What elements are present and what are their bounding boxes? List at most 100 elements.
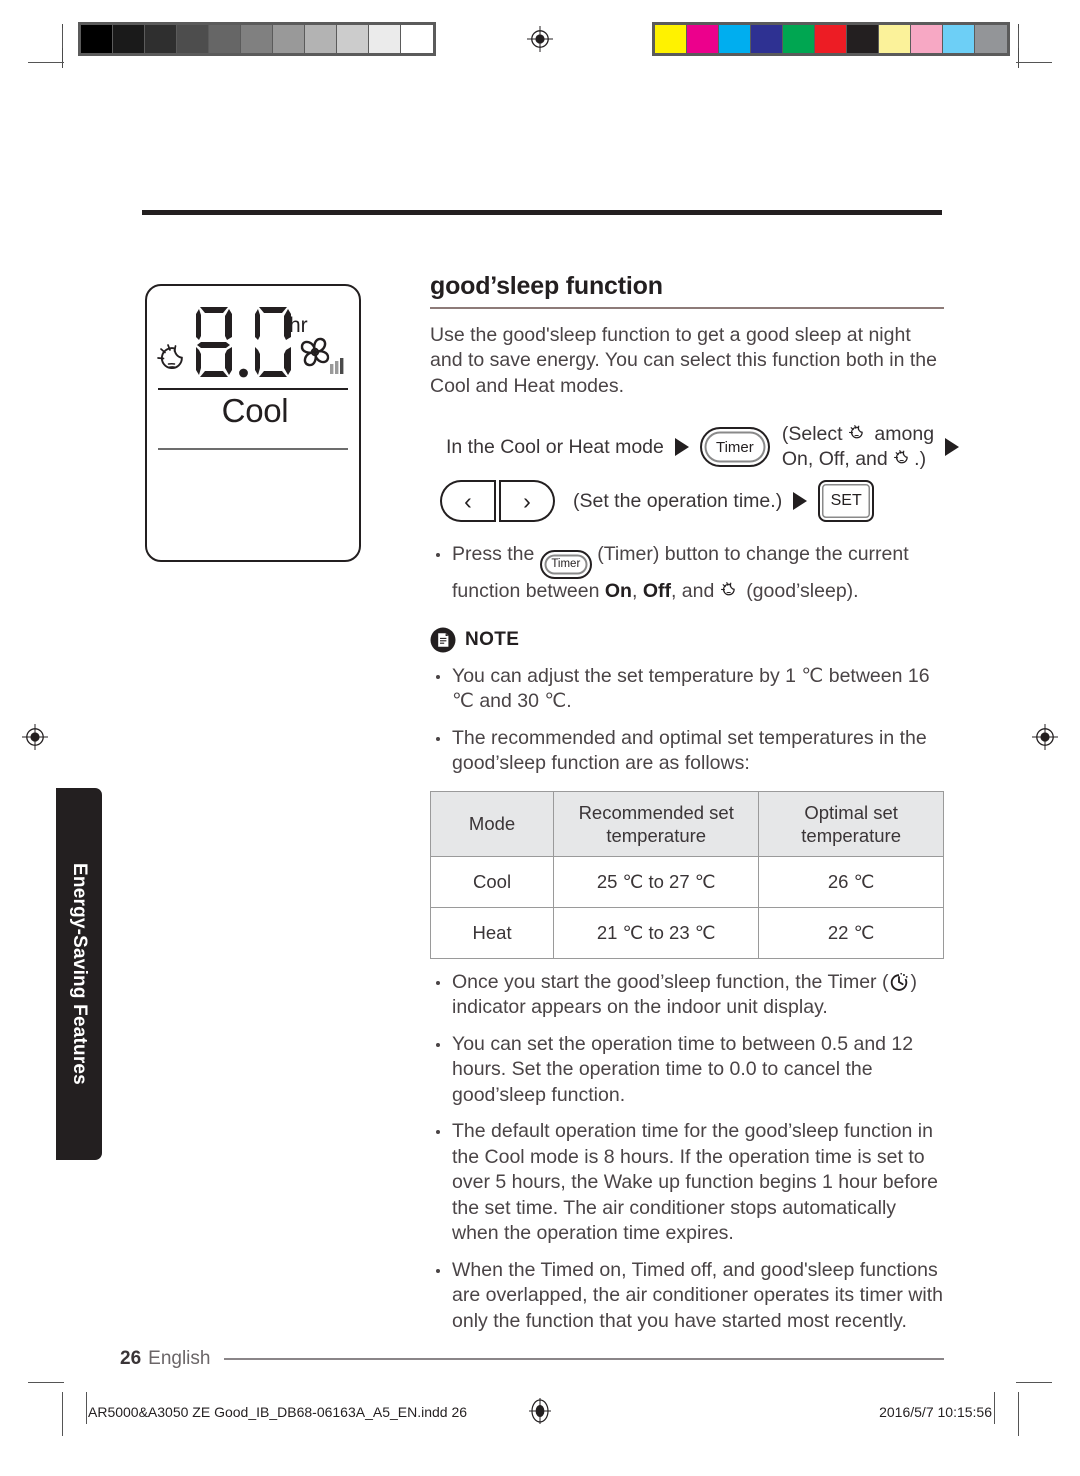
registration-mark-right xyxy=(1032,724,1058,750)
display-divider-bottom xyxy=(158,448,348,450)
table-row: Heat 21 ℃ to 23 ℃ 22 ℃ xyxy=(429,906,944,959)
arrow-triangle-icon xyxy=(674,438,689,457)
table-cell-mode: Cool xyxy=(429,855,555,908)
list-item: You can adjust the set temperature by 1 … xyxy=(430,664,944,715)
page-footer: 26 English xyxy=(120,1348,944,1370)
step-select-text: (Select among On, Off, and .) xyxy=(782,422,934,472)
intro-paragraph: Use the good'sleep function to get a goo… xyxy=(430,323,937,397)
timer-button[interactable]: Timer xyxy=(699,427,770,468)
arrow-triangle-icon xyxy=(945,438,960,457)
goodsleep-icon xyxy=(155,340,195,380)
press-bullet-list: Press the Timer (Timer) button to change… xyxy=(430,542,944,605)
calibration-swatch xyxy=(879,25,911,53)
table-cell-optimal: 22 ℃ xyxy=(758,906,944,959)
value-on: On xyxy=(604,580,632,603)
calibration-swatch xyxy=(401,25,433,53)
table-cell-recommended: 21 ℃ to 23 ℃ xyxy=(553,906,760,959)
crop-mark-tr-v xyxy=(1018,28,1019,48)
calibration-swatch xyxy=(655,25,687,53)
table-header-optimal: Optimal set temperature xyxy=(758,790,944,857)
seven-segment-decimal-point xyxy=(239,368,248,378)
timer-clock-icon xyxy=(888,971,910,993)
note-bullet-list-after-table: Once you start the good’sleep function, … xyxy=(430,970,944,1335)
table-header-recommended: Recommended set temperature xyxy=(553,790,760,857)
table-cell-optimal: 26 ℃ xyxy=(758,855,944,908)
arrow-left-button[interactable]: ‹ xyxy=(440,480,496,523)
crop-mark-tr-h xyxy=(1016,62,1052,63)
value-off: Off xyxy=(642,580,671,603)
crop-mark-bl-v xyxy=(62,1392,63,1436)
note-heading: NOTE xyxy=(430,627,944,653)
list-item: The recommended and optimal set temperat… xyxy=(430,726,944,777)
set-button[interactable]: SET xyxy=(818,480,875,523)
temperature-table: Mode Recommended set temperature Optimal… xyxy=(429,790,944,959)
table-cell-mode: Heat xyxy=(429,906,555,959)
crop-mark-br-h xyxy=(1016,1382,1052,1383)
calibration-swatch xyxy=(911,25,943,53)
calibration-swatch xyxy=(113,25,145,53)
goodsleep-icon xyxy=(720,580,741,601)
calibration-swatch xyxy=(305,25,337,53)
select-line-2: On, Off, and .) xyxy=(781,448,927,471)
select-line-1: (Select among xyxy=(781,423,935,446)
calibration-swatch xyxy=(719,25,751,53)
print-calibration-bar xyxy=(0,22,1080,68)
crop-mark-bl-h xyxy=(28,1382,64,1383)
display-mode-label: Cool xyxy=(221,392,289,429)
calibration-swatch xyxy=(241,25,273,53)
timer-button-inline[interactable]: Timer xyxy=(539,550,592,580)
list-item: Press the Timer (Timer) button to change… xyxy=(430,542,944,605)
grayscale-swatch-strip xyxy=(78,22,436,56)
crop-mark-br-inner xyxy=(994,1392,995,1424)
calibration-swatch xyxy=(81,25,113,53)
crop-mark-tl-h xyxy=(28,62,64,63)
remote-display-illustration: hr Cool xyxy=(145,284,361,562)
arrow-triangle-icon xyxy=(793,492,808,511)
note-document-icon xyxy=(430,627,456,653)
calibration-swatch xyxy=(847,25,879,53)
footer-rule xyxy=(224,1358,944,1360)
calibration-swatch xyxy=(943,25,975,53)
note-label: NOTE xyxy=(465,628,520,650)
color-swatch-strip xyxy=(652,22,1010,56)
registration-mark-left xyxy=(22,724,48,750)
step-row-2: ‹ › (Set the operation time.) SET xyxy=(440,475,875,527)
calibration-swatch xyxy=(815,25,847,53)
calibration-swatch xyxy=(687,25,719,53)
goodsleep-icon xyxy=(848,423,869,444)
arrow-right-button[interactable]: › xyxy=(499,480,555,523)
calibration-swatch xyxy=(337,25,369,53)
seven-segment-digit-8 xyxy=(196,307,232,377)
crop-mark-br-v xyxy=(1018,1392,1019,1436)
imprint-timestamp: 2016/5/7 10:15:56 xyxy=(879,1404,992,1420)
table-row: Cool 25 ℃ to 27 ℃ 26 ℃ xyxy=(429,855,944,908)
display-time-value xyxy=(191,304,296,380)
calibration-swatch xyxy=(975,25,1007,53)
crop-mark-tl-v xyxy=(62,28,63,48)
chapter-tab-label: Energy-Saving Features xyxy=(69,863,90,1085)
step-mode-text: In the Cool or Heat mode xyxy=(446,435,664,458)
page-title: good’sleep function xyxy=(430,272,663,300)
calibration-swatch xyxy=(145,25,177,53)
arrow-button-pair: ‹ › xyxy=(440,480,555,523)
page-number: 26 xyxy=(120,1348,142,1369)
crop-mark-bl-inner xyxy=(86,1392,87,1424)
list-item: The default operation time for the good’… xyxy=(430,1119,944,1247)
main-content: good’sleep function Use the good'sleep f… xyxy=(429,272,960,1335)
chapter-tab: Energy-Saving Features xyxy=(56,788,102,1160)
step-row-1: In the Cool or Heat mode Timer (Select a… xyxy=(446,421,970,473)
calibration-swatch xyxy=(751,25,783,53)
list-item: Once you start the good’sleep function, … xyxy=(430,970,944,1021)
imprint-filename: AR5000&A3050 ZE Good_IB_DB68-06163A_A5_E… xyxy=(88,1404,468,1420)
calibration-swatch xyxy=(177,25,209,53)
display-divider-top xyxy=(158,388,348,390)
page-language: English xyxy=(148,1348,211,1369)
table-cell-recommended: 25 ℃ to 27 ℃ xyxy=(553,855,760,908)
table-header-mode: Mode xyxy=(429,790,555,857)
calibration-swatch xyxy=(209,25,241,53)
fan-icon xyxy=(293,334,345,382)
note-bullet-list-before-table: You can adjust the set temperature by 1 … xyxy=(430,664,944,777)
calibration-swatch xyxy=(369,25,401,53)
page-header-rule xyxy=(142,210,942,215)
table-header-row: Mode Recommended set temperature Optimal… xyxy=(429,790,944,857)
